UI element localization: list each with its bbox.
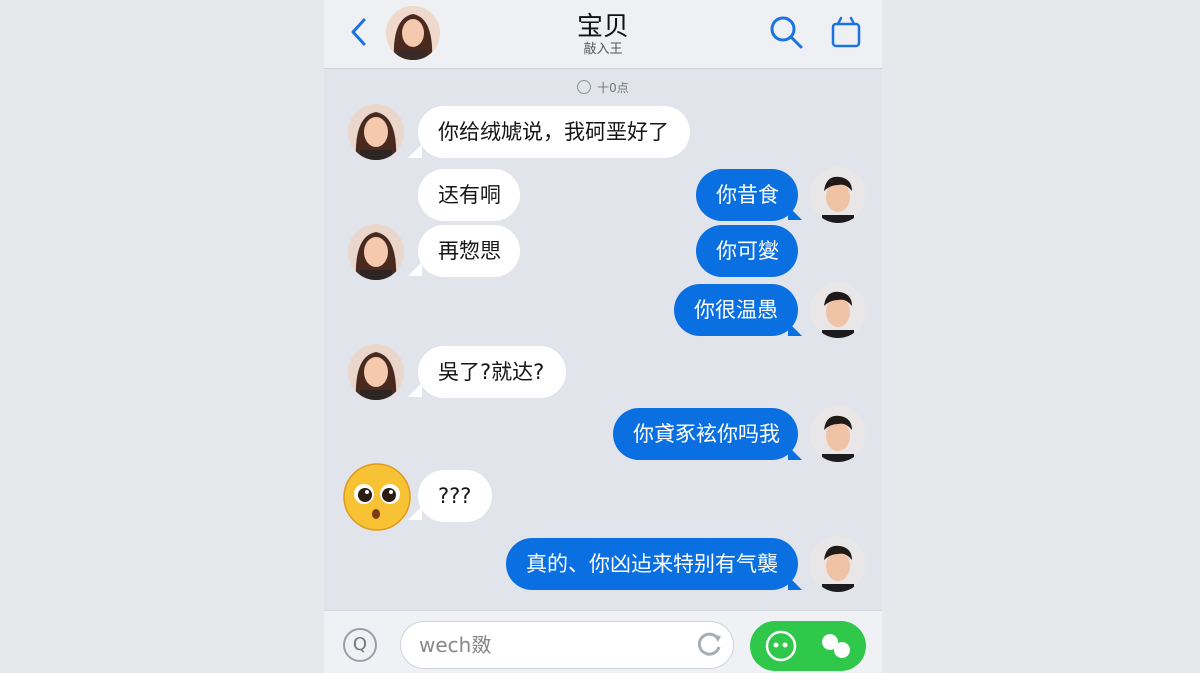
chat-screen: 宝贝 敲入王 十0点 你给绒虓说，我砢垩好了 迗有哃 你昔食 再惣愳 你可夑 你… — [324, 0, 882, 673]
bubble-tail — [408, 262, 422, 276]
clock-icon — [577, 80, 592, 94]
user-avatar[interactable] — [810, 406, 866, 462]
message-bubble[interactable]: 你很温愚 — [674, 284, 798, 336]
bubble-tail — [788, 206, 802, 220]
voice-icon[interactable]: Q — [343, 628, 377, 662]
refresh-icon[interactable] — [694, 629, 724, 659]
contact-avatar[interactable] — [348, 224, 404, 280]
message-bubble[interactable]: 你貣豖袨你吗我 — [613, 408, 798, 460]
input-bar: Q wech敪 — [324, 610, 882, 673]
message-bubble[interactable]: 再惣愳 — [418, 225, 520, 277]
bubble-tail — [408, 144, 422, 158]
bubble-tail — [788, 322, 802, 336]
message-bubble[interactable]: 迗有哃 — [418, 169, 520, 221]
send-button[interactable] — [750, 621, 866, 671]
message-bubble[interactable]: 吳了?就达? — [418, 346, 566, 398]
message-bubble[interactable]: 你昔食 — [696, 169, 798, 221]
message-timestamp: 十0点 — [324, 79, 882, 96]
contact-avatar[interactable] — [348, 344, 404, 400]
message-bubble[interactable]: 你可夑 — [696, 225, 798, 277]
bubble-tail — [408, 383, 422, 397]
bag-icon[interactable] — [828, 14, 864, 50]
user-avatar[interactable] — [810, 536, 866, 592]
user-avatar[interactable] — [810, 167, 866, 223]
message-bubble[interactable]: 真的、你凶迠来特别有气襲 — [506, 538, 798, 590]
search-icon[interactable] — [768, 14, 804, 50]
emoji-icon — [343, 463, 411, 531]
message-bubble[interactable]: ??? — [418, 470, 492, 522]
bubble-tail — [788, 446, 802, 460]
user-avatar[interactable] — [810, 282, 866, 338]
message-input[interactable]: wech敪 — [400, 621, 734, 669]
send-icon — [822, 634, 850, 658]
message-bubble[interactable]: 你给绒虓说，我砢垩好了 — [418, 106, 690, 158]
chat-icon — [765, 630, 797, 662]
chat-header: 宝贝 敲入王 — [324, 0, 882, 69]
bubble-tail — [788, 576, 802, 590]
contact-avatar[interactable] — [348, 104, 404, 160]
